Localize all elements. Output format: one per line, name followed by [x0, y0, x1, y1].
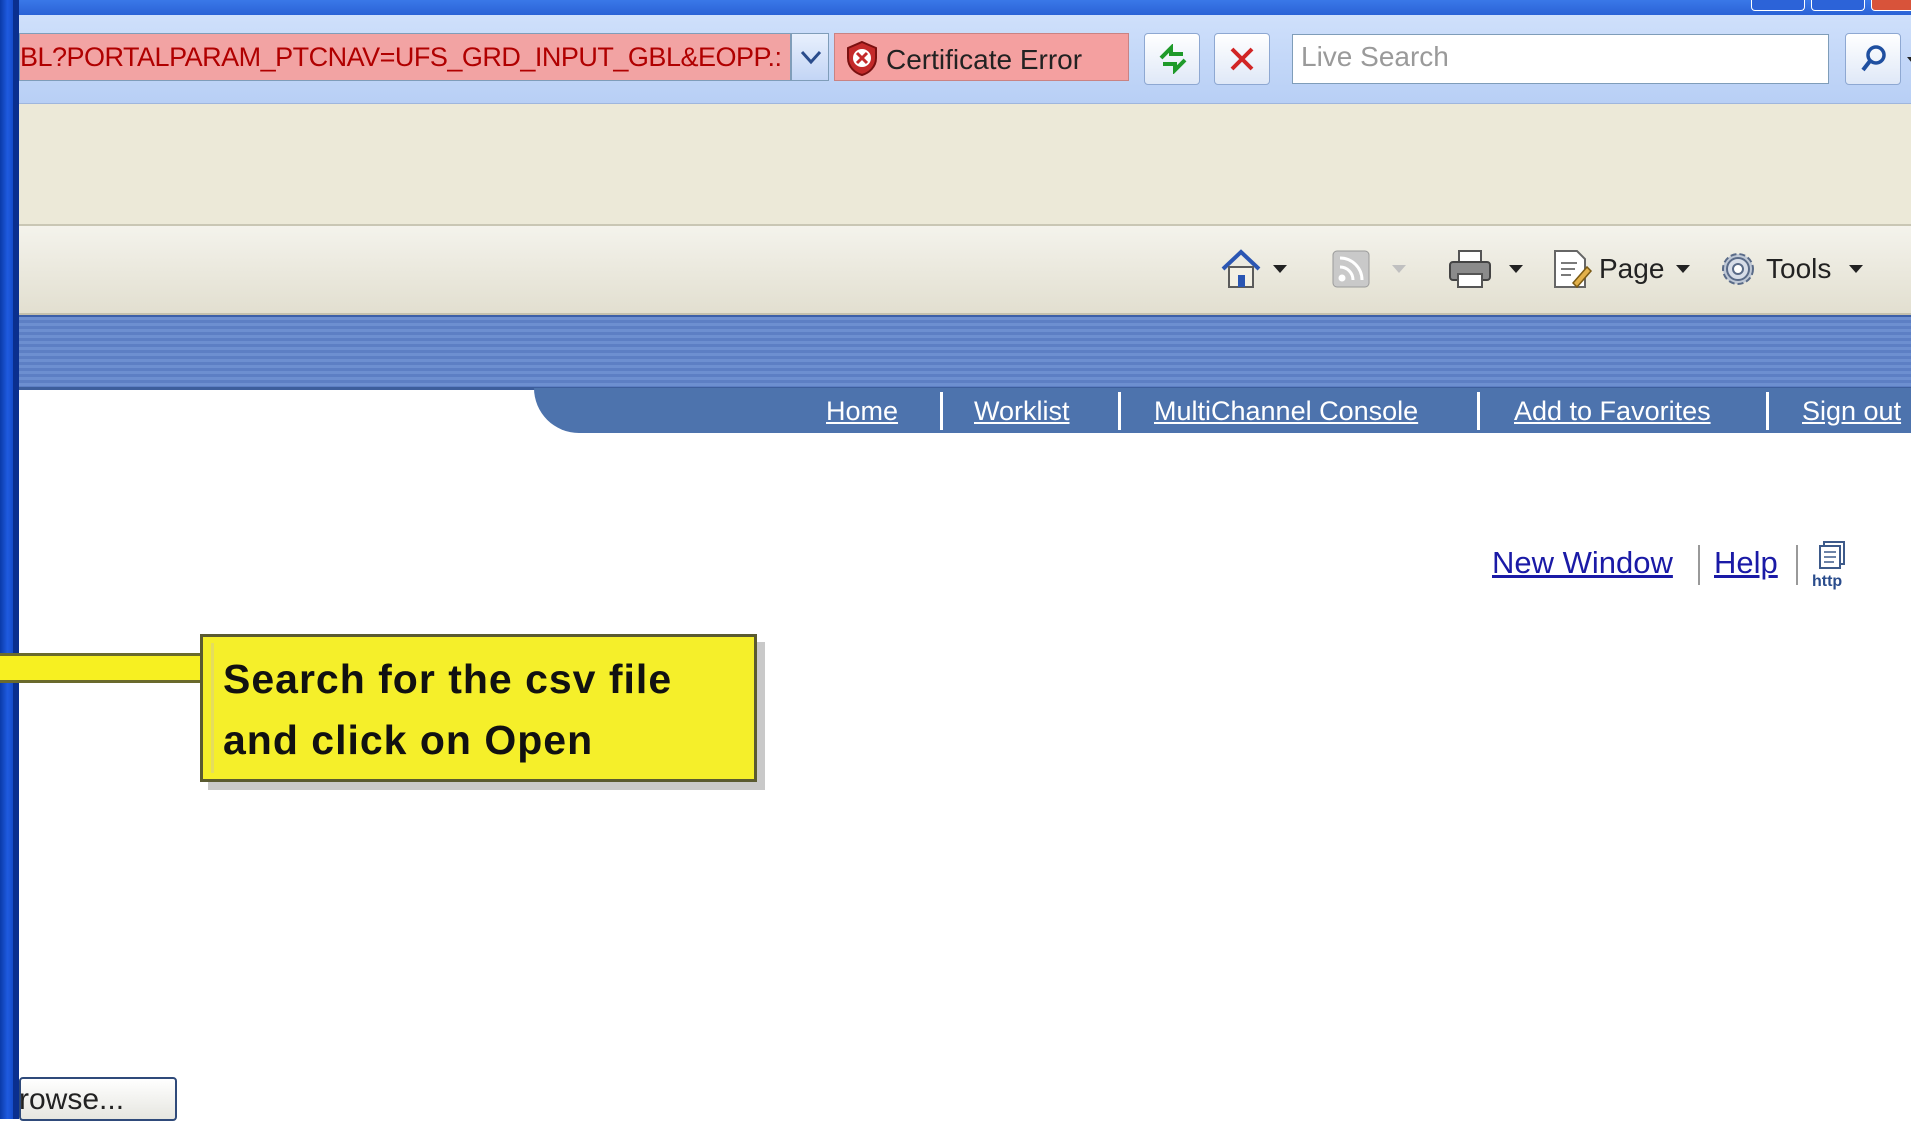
page-menu-button[interactable]: Page — [1549, 244, 1691, 294]
portal-nav-bar: Home Worklist MultiChannel Console Add t… — [534, 388, 1911, 433]
search-go-button[interactable] — [1845, 33, 1901, 85]
nav-separator — [1118, 392, 1121, 430]
utility-separator — [1698, 545, 1700, 585]
printer-icon — [1449, 250, 1491, 288]
certificate-error-label: Certificate Error — [886, 44, 1083, 75]
feeds-dropdown-icon — [1392, 265, 1406, 273]
print-button[interactable] — [1447, 244, 1523, 294]
live-search-input[interactable] — [1293, 35, 1809, 79]
refresh-icon — [1159, 44, 1187, 74]
portal-header-band — [19, 315, 1911, 390]
live-search-field[interactable] — [1292, 34, 1829, 84]
address-row: BL?PORTALPARAM_PTCNAV=UFS_GRD_INPUT_GBL&… — [19, 15, 1911, 104]
minimize-button[interactable] — [1751, 0, 1805, 11]
nav-separator — [1766, 392, 1769, 430]
page-dropdown-icon — [1676, 265, 1691, 273]
nav-multichannel-console-link[interactable]: MultiChannel Console — [1154, 396, 1418, 427]
address-url-text[interactable]: BL?PORTALPARAM_PTCNAV=UFS_GRD_INPUT_GBL&… — [20, 42, 790, 73]
tools-menu-label: Tools — [1766, 253, 1832, 284]
address-dropdown-button[interactable] — [791, 33, 829, 81]
search-options-dropdown[interactable] — [1903, 33, 1911, 85]
certificate-error-button[interactable]: Certificate Error — [834, 33, 1129, 81]
print-dropdown-icon[interactable] — [1509, 265, 1523, 273]
callout-line-2: and click on Open — [223, 717, 594, 763]
nav-home-link[interactable]: Home — [826, 396, 898, 427]
close-window-button[interactable] — [1871, 0, 1911, 11]
feeds-button[interactable] — [1332, 244, 1406, 294]
home-button[interactable] — [1219, 244, 1287, 294]
rss-feed-icon — [1332, 250, 1370, 288]
refresh-button[interactable] — [1144, 33, 1200, 85]
tools-dropdown-icon — [1849, 265, 1864, 273]
nav-worklist-link[interactable]: Worklist — [974, 396, 1070, 427]
title-bar — [19, 0, 1911, 15]
dropdown-arrow-icon — [1907, 57, 1911, 62]
shield-error-icon — [847, 40, 877, 76]
help-link[interactable]: Help — [1714, 545, 1778, 581]
instruction-callout: Search for the csv file and click on Ope… — [200, 634, 757, 782]
callout-line-1: Search for the csv file — [223, 656, 673, 702]
address-bar[interactable]: BL?PORTALPARAM_PTCNAV=UFS_GRD_INPUT_GBL&… — [19, 33, 791, 81]
nav-separator — [1477, 392, 1480, 430]
magnifier-icon — [1861, 45, 1886, 72]
http-link-icon[interactable]: http — [1810, 540, 1858, 595]
page-icon — [1554, 250, 1593, 289]
home-dropdown-icon[interactable] — [1273, 265, 1287, 273]
nav-add-to-favorites-link[interactable]: Add to Favorites — [1514, 396, 1711, 427]
tools-menu-button[interactable]: Tools — [1716, 244, 1864, 294]
browse-button[interactable]: rowse... — [19, 1077, 177, 1121]
gear-icon — [1722, 253, 1754, 285]
home-icon — [1221, 249, 1261, 288]
nav-sign-out-link[interactable]: Sign out — [1802, 396, 1901, 427]
chevron-down-icon — [800, 50, 822, 65]
browse-button-label: rowse... — [19, 1083, 125, 1116]
stop-button[interactable] — [1214, 33, 1270, 85]
http-icon-label: http — [1812, 573, 1842, 590]
new-window-link[interactable]: New Window — [1492, 545, 1673, 581]
callout-text: Search for the csv file and click on Ope… — [223, 649, 672, 771]
nav-separator — [940, 392, 943, 430]
callout-pointer — [0, 653, 205, 683]
command-bar: Page Tools › — [19, 226, 1911, 315]
page-menu-label: Page — [1599, 253, 1665, 284]
tab-area — [19, 104, 1911, 226]
utility-separator — [1796, 545, 1798, 585]
stop-icon — [1230, 47, 1254, 71]
maximize-button[interactable] — [1811, 0, 1865, 11]
